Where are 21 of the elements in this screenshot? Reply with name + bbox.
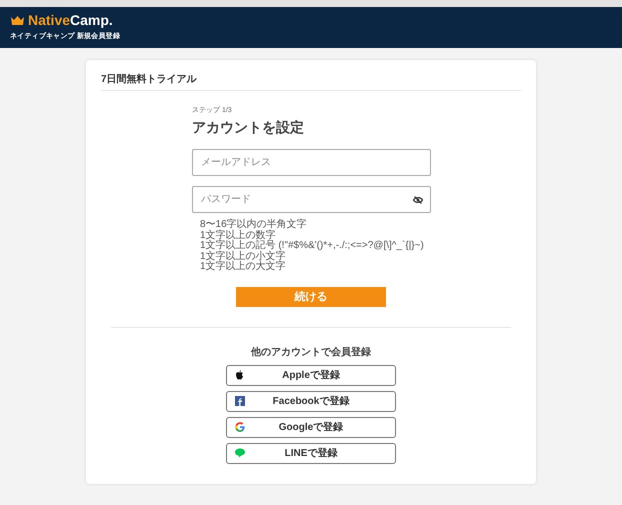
google-icon xyxy=(235,422,245,432)
social-signup-button[interactable]: Googleで登録 xyxy=(226,416,396,438)
crown-icon xyxy=(10,14,25,26)
facebook-icon xyxy=(235,396,245,406)
social-signup-button[interactable]: Appleで登録 xyxy=(226,364,396,386)
card-title: 7日間無料トライアル xyxy=(101,72,521,91)
password-rule: 8〜16字以内の半角文字 xyxy=(200,220,308,230)
logo-text: NativeCamp. xyxy=(28,12,113,28)
chat-bubble-icon xyxy=(235,448,245,458)
social-signup-button[interactable]: LINEで登録 xyxy=(226,442,396,464)
social-heading: 他のアカウントで会員登録 xyxy=(250,346,372,358)
password-rule: 1文字以上の記号 (!"#$%&'()*+,-./:;<=>?@[\]^_`{|}~) xyxy=(200,241,425,251)
page-heading: アカウントを設定 xyxy=(192,119,305,137)
hide-password-icon[interactable] xyxy=(413,196,423,204)
password-rule: 1文字以上の大文字 xyxy=(200,262,287,272)
apple-icon xyxy=(235,370,244,380)
password-field[interactable]: パスワード xyxy=(192,186,431,213)
social-signup-button[interactable]: Facebookで登録 xyxy=(226,390,396,412)
password-rule: 1文字以上の小文字 xyxy=(200,252,287,262)
email-field[interactable]: メールアドレス xyxy=(192,149,431,176)
password-rule: 1文字以上の数字 xyxy=(200,230,277,240)
